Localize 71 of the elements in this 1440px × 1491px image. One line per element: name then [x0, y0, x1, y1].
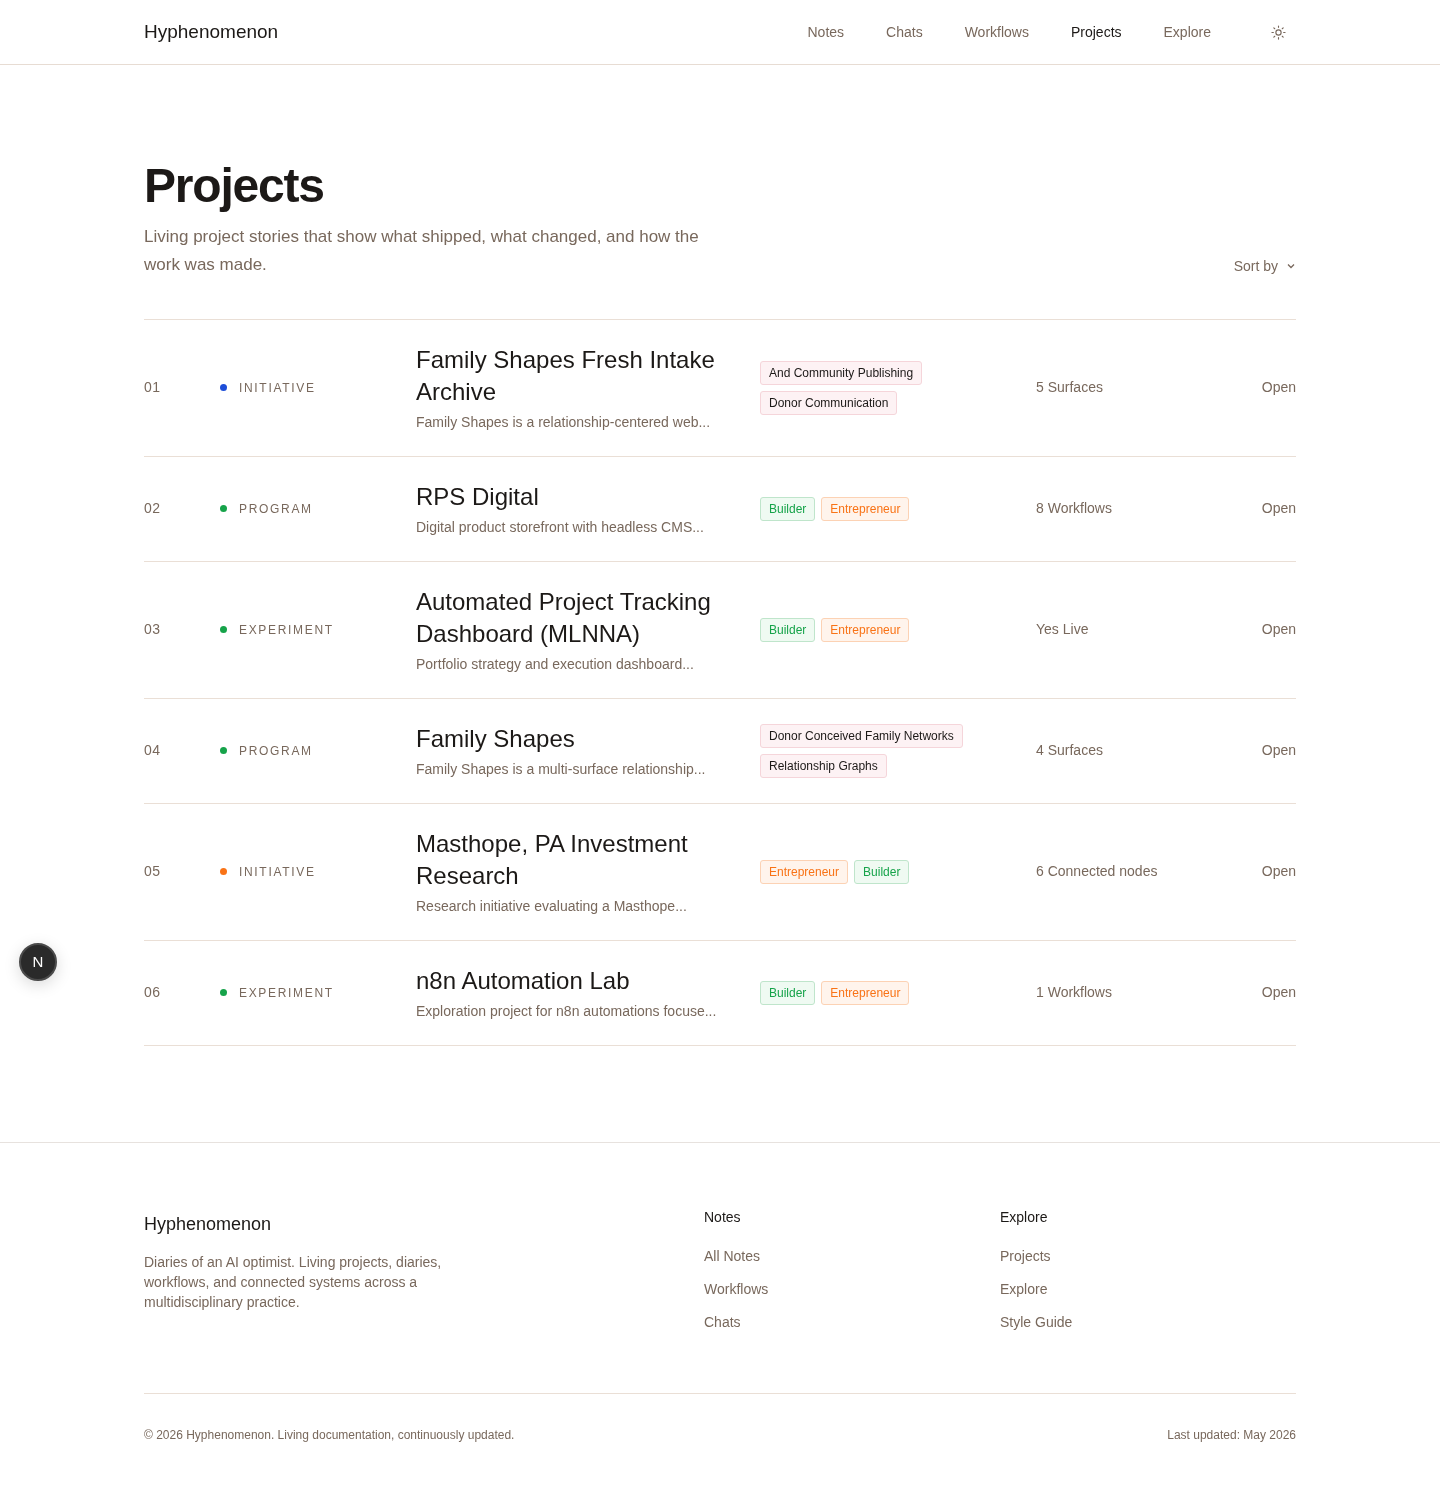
nav-link[interactable]: Notes: [797, 21, 855, 43]
footer-link[interactable]: Explore: [1000, 1278, 1048, 1300]
project-summary: Family Shapes is a multi-surface relationship...: [416, 759, 706, 779]
project-type: INITIATIVE: [239, 379, 316, 397]
footer-link[interactable]: Chats: [704, 1311, 741, 1333]
nav-link[interactable]: Workflows: [954, 21, 1039, 43]
project-meta: 8 Workflows: [1036, 499, 1113, 519]
nav-link[interactable]: Projects: [1060, 21, 1132, 43]
project-summary: Research initiative evaluating a Masthope...: [416, 896, 687, 916]
project-meta: 1 Workflows: [1036, 983, 1113, 1003]
row-number: 02: [144, 499, 162, 519]
project-summary: Family Shapes is a relationship-centered web...: [416, 412, 711, 432]
footer-heading: Explore: [1000, 1207, 1048, 1227]
row-number: 01: [144, 378, 162, 398]
open-link[interactable]: Open: [1261, 498, 1296, 520]
project-type: INITIATIVE: [239, 863, 316, 881]
footer-description: Diaries of an AI optimist. Living projects, diaries, workflows, and connected systems across a multidisciplinary practice.: [144, 1252, 443, 1312]
tag: Donor Communication: [760, 390, 898, 415]
tag: Entrepreneur: [821, 496, 910, 521]
project-title[interactable]: Masthope, PA Investment Research: [416, 827, 754, 892]
open-link[interactable]: Open: [1261, 377, 1296, 399]
row-number: 05: [144, 862, 162, 882]
open-link[interactable]: Open: [1261, 982, 1296, 1004]
tag: Donor Conceived Family Networks: [760, 723, 963, 748]
project-summary: Digital product storefront with headless CMS...: [416, 517, 704, 537]
project-meta: Yes Live: [1036, 620, 1090, 640]
row-number: 06: [144, 983, 162, 1003]
tag: Builder: [854, 859, 910, 884]
tag: Relationship Graphs: [760, 753, 887, 778]
sort-dropdown[interactable]: Sort by: [1233, 255, 1296, 277]
nav-link[interactable]: Chats: [876, 21, 933, 43]
project-title[interactable]: Automated Project Tracking Dashboard (MLNNA): [416, 585, 754, 650]
tag: Builder: [760, 496, 816, 521]
site-brand[interactable]: Hyphenomenon: [144, 17, 279, 47]
footer-link[interactable]: Workflows: [704, 1278, 769, 1300]
project-type: PROGRAM: [239, 742, 313, 760]
tag: Entrepreneur: [821, 617, 910, 642]
footer-link[interactable]: Projects: [1000, 1245, 1051, 1267]
project-title[interactable]: n8n Automation Lab: [416, 964, 754, 997]
project-meta: 4 Surfaces: [1036, 741, 1104, 761]
open-link[interactable]: Open: [1261, 740, 1296, 762]
footer-brand: Hyphenomenon: [144, 1212, 273, 1236]
theme-toggle-icon[interactable]: [1271, 24, 1286, 40]
project-type: PROGRAM: [239, 500, 313, 518]
project-type: EXPERIMENT: [239, 621, 334, 639]
tag: Entrepreneur: [760, 859, 849, 884]
tag: Builder: [760, 617, 816, 642]
project-title[interactable]: Family Shapes: [416, 722, 754, 755]
footer-heading: Notes: [704, 1207, 741, 1227]
project-summary: Portfolio strategy and execution dashboard...: [416, 654, 694, 674]
footer-link[interactable]: All Notes: [704, 1245, 761, 1267]
page-title: Projects: [144, 158, 325, 214]
tag: And Community Publishing: [760, 360, 923, 385]
tag: Entrepreneur: [821, 980, 910, 1005]
project-title[interactable]: RPS Digital: [416, 480, 754, 513]
project-summary: Exploration project for n8n automations focuse...: [416, 1001, 717, 1021]
project-meta: 5 Surfaces: [1036, 378, 1104, 398]
tag: Builder: [760, 980, 816, 1005]
open-link[interactable]: Open: [1261, 861, 1296, 883]
project-meta: 6 Connected nodes: [1036, 862, 1159, 882]
last-updated-text: Last updated: May 2026: [1167, 1426, 1296, 1444]
project-title[interactable]: Family Shapes Fresh Intake Archive: [416, 343, 754, 408]
nav-link[interactable]: Explore: [1153, 21, 1221, 43]
row-number: 04: [144, 741, 162, 761]
project-type: EXPERIMENT: [239, 984, 334, 1002]
row-number: 03: [144, 620, 162, 640]
footer-link[interactable]: Style Guide: [1000, 1311, 1073, 1333]
floating-logo-button[interactable]: N: [19, 943, 57, 981]
copyright-text: © 2026 Hyphenomenon. Living documentation, continuously updated.: [144, 1426, 515, 1444]
open-link[interactable]: Open: [1261, 619, 1296, 641]
page-subtitle: Living project stories that show what shipped, what changed, and how the work was made.: [144, 225, 700, 276]
